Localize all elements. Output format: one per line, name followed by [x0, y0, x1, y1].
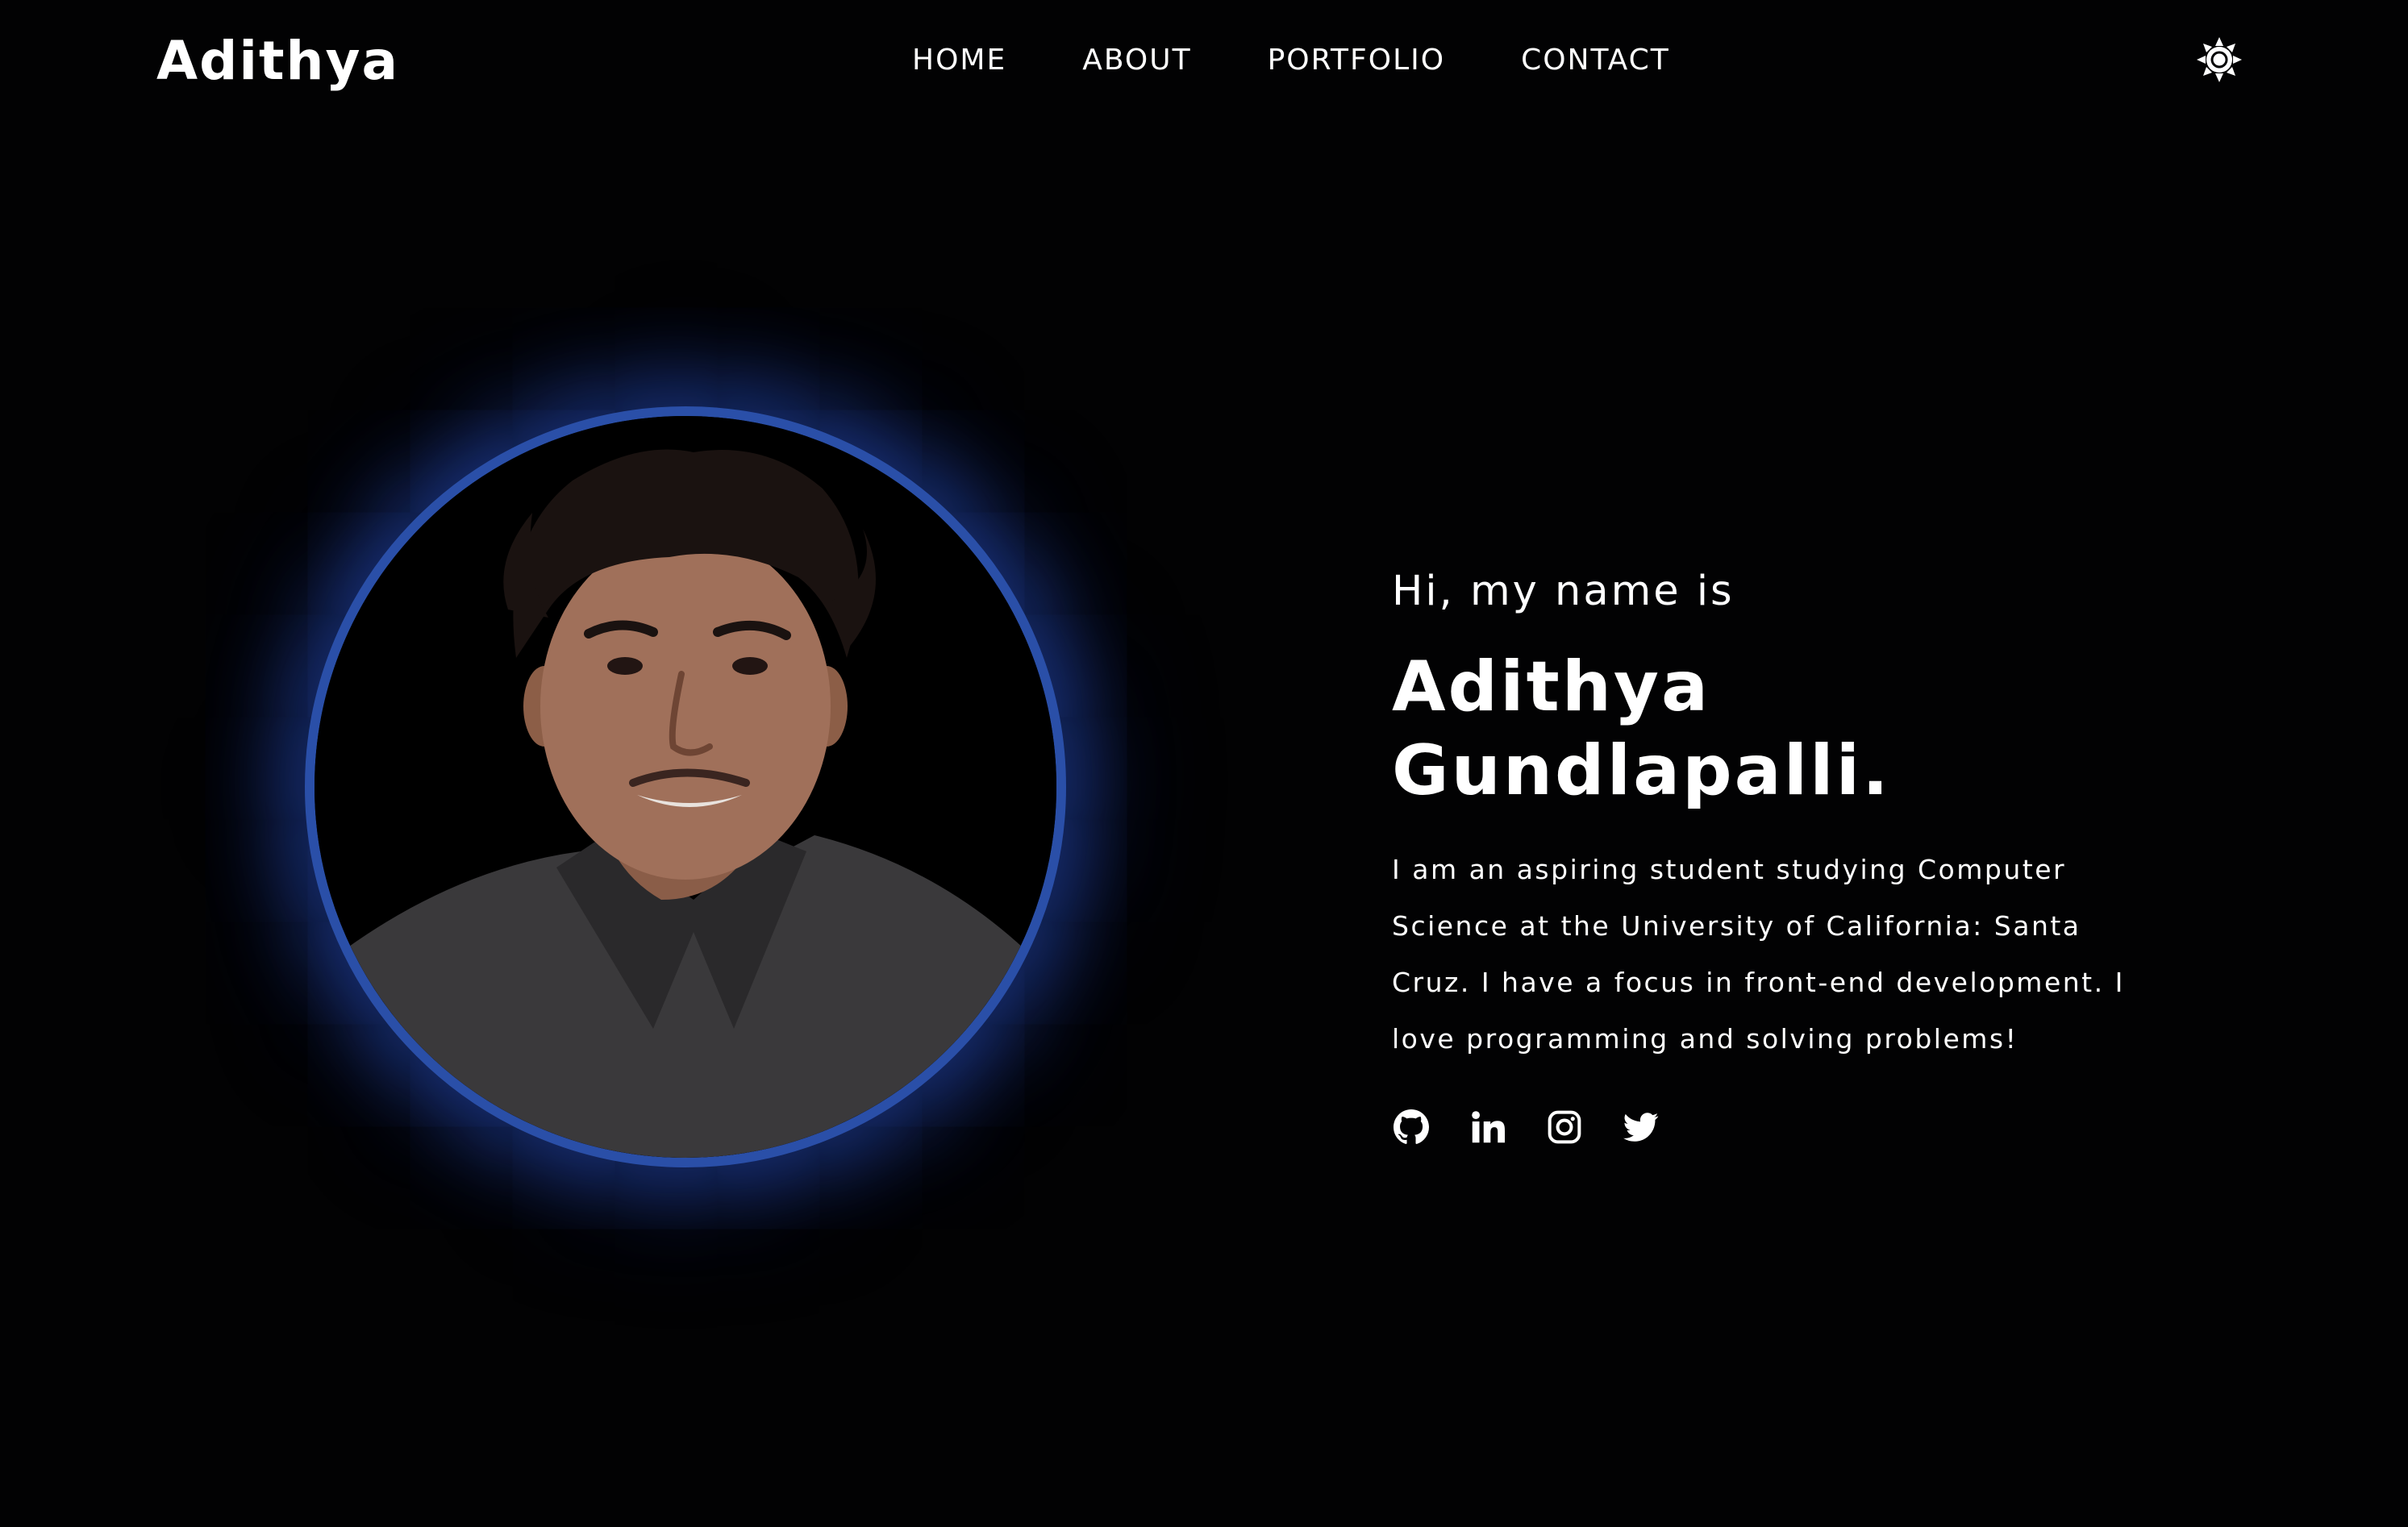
- nav-link-portfolio[interactable]: PORTFOLIO: [1268, 44, 1445, 77]
- github-icon: [1394, 1109, 1429, 1144]
- intro-section: Hi, my name is Adithya Gundlapalli. I am…: [1392, 561, 2231, 1146]
- greeting-text: Hi, my name is: [1392, 568, 1735, 615]
- linkedin-link[interactable]: [1469, 1108, 1507, 1146]
- instagram-link[interactable]: [1545, 1108, 1584, 1146]
- page: Adithya HOME ABOUT PORTFOLIO CONTACT Hi,…: [0, 0, 2408, 1527]
- sun-icon: [2197, 37, 2242, 82]
- site-logo[interactable]: Adithya: [156, 27, 399, 95]
- twitter-icon: [1623, 1113, 1659, 1142]
- social-links: [1392, 1108, 2231, 1146]
- profile-photo: [305, 406, 1066, 1167]
- nav-item-home: HOME: [912, 39, 1006, 82]
- nav-item-contact: CONTACT: [1521, 39, 1670, 82]
- theme-toggle-button[interactable]: [2193, 34, 2245, 85]
- full-name-heading: Adithya Gundlapalli.: [1392, 647, 1891, 811]
- linkedin-icon: [1472, 1111, 1505, 1143]
- nav-link-home[interactable]: HOME: [912, 44, 1006, 77]
- github-link[interactable]: [1392, 1108, 1431, 1146]
- main-nav: HOME ABOUT PORTFOLIO CONTACT: [912, 39, 1670, 82]
- twitter-link[interactable]: [1622, 1108, 1660, 1146]
- nav-link-about[interactable]: ABOUT: [1082, 44, 1191, 77]
- bio-text: I am an aspiring student studying Comput…: [1392, 854, 2125, 1055]
- nav-link-contact[interactable]: CONTACT: [1521, 44, 1670, 77]
- nav-item-about: ABOUT: [1082, 39, 1191, 82]
- instagram-icon: [1548, 1110, 1581, 1144]
- profile-photo-illustration: [315, 416, 1056, 1158]
- nav-item-portfolio: PORTFOLIO: [1268, 39, 1445, 82]
